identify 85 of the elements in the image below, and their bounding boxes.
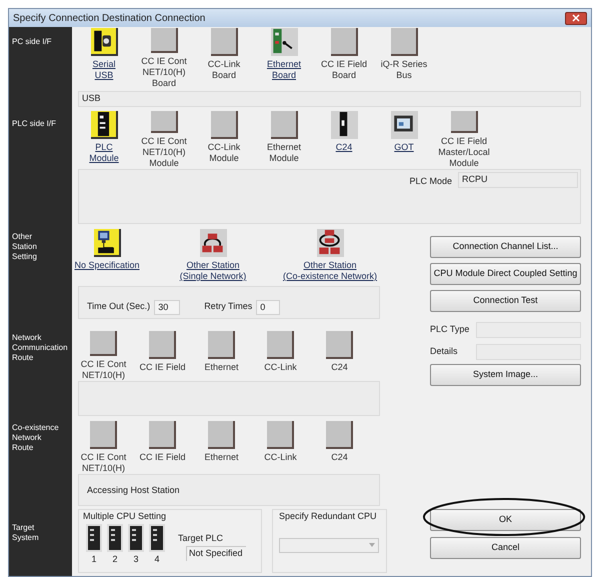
option-label[interactable]: Other Station (Co-existence Network) xyxy=(282,260,378,282)
option-label: iQ-R Series Bus xyxy=(380,59,428,81)
module-tile-icon[interactable] xyxy=(208,331,235,359)
option-label: CC IE Field Board xyxy=(320,59,367,81)
timeout-field[interactable]: 30 xyxy=(154,300,180,315)
option-label: CC IE Cont NET/10(H) Module xyxy=(141,136,187,169)
option-label: Ethernet xyxy=(204,362,239,373)
dialog-button[interactable]: Connection Test xyxy=(430,290,581,312)
cpu-module-icon[interactable] xyxy=(85,524,103,552)
module-tile-icon[interactable] xyxy=(450,111,478,133)
cpu-number: 3 xyxy=(133,552,138,566)
system-image-button[interactable]: System Image... xyxy=(430,364,581,386)
group-title: Multiple CPU Setting xyxy=(83,510,168,523)
option-label[interactable]: Serial USB xyxy=(92,59,116,81)
module-tile-icon[interactable] xyxy=(326,331,353,359)
section-label: PC side I/F xyxy=(11,37,53,47)
section-label: Other Station Setting xyxy=(11,232,38,262)
cpu-number: 2 xyxy=(112,552,118,566)
module-tile-icon[interactable] xyxy=(90,28,118,56)
cancel-button[interactable]: Cancel xyxy=(430,536,581,559)
cpu-number: 4 xyxy=(154,552,160,566)
option-label: CC IE Field xyxy=(139,362,186,373)
option-label: Ethernet Module xyxy=(266,142,302,164)
retry-label: Retry Times xyxy=(204,300,252,313)
module-tile-icon[interactable] xyxy=(208,421,235,449)
plc-mode-field: RCPU xyxy=(458,172,578,188)
ok-button[interactable]: OK xyxy=(430,508,581,531)
option-label: CC IE Field xyxy=(139,452,186,463)
option-label: CC IE Cont NET/10(H) xyxy=(80,452,126,474)
option-label: CC IE Cont NET/10(H) xyxy=(80,359,126,381)
section-label: Network Communication Route xyxy=(11,333,69,363)
section-label: PLC side I/F xyxy=(11,119,58,129)
selection-text: USB xyxy=(82,92,101,106)
module-tile-icon[interactable] xyxy=(90,111,118,139)
cpu-module-icon[interactable] xyxy=(148,524,166,552)
module-tile-icon[interactable] xyxy=(149,331,176,359)
module-tile-icon[interactable] xyxy=(326,421,353,449)
option-label[interactable]: PLC Module xyxy=(89,142,119,164)
module-tile-icon[interactable] xyxy=(94,229,120,257)
caret-icon xyxy=(369,543,375,547)
module-tile-icon[interactable] xyxy=(90,421,117,449)
close-icon xyxy=(572,14,580,22)
route-status-text: Accessing Host Station xyxy=(87,485,180,495)
option-label: CC IE Field Master/Local Module xyxy=(438,136,490,169)
dialog-button[interactable]: Connection Channel List... xyxy=(430,236,581,258)
target-plc-field: Not Specified xyxy=(186,546,246,561)
option-label: C24 xyxy=(331,362,348,373)
timeout-label: Time Out (Sec.) xyxy=(87,300,150,313)
window-title: Specify Connection Destination Connection xyxy=(13,12,206,26)
module-tile-icon[interactable] xyxy=(267,421,294,449)
option-label: CC IE Cont NET/10(H) Board xyxy=(141,56,187,89)
module-tile-icon[interactable] xyxy=(267,331,294,359)
option-label: Ethernet xyxy=(204,452,239,463)
dialog-button[interactable]: CPU Module Direct Coupled Setting xyxy=(430,263,581,285)
plc-type-label: PLC Type xyxy=(430,323,470,336)
module-tile-icon[interactable] xyxy=(210,111,238,139)
module-tile-icon[interactable] xyxy=(390,28,418,56)
close-button[interactable] xyxy=(565,12,587,24)
target-plc-label: Target PLC xyxy=(178,532,224,545)
module-tile-icon[interactable] xyxy=(150,28,178,53)
module-tile-icon[interactable] xyxy=(90,331,117,356)
plc-mode-label: PLC Mode xyxy=(409,175,452,188)
module-tile-icon[interactable] xyxy=(330,28,358,56)
option-label[interactable]: GOT xyxy=(394,142,414,153)
module-tile-icon[interactable] xyxy=(150,111,178,133)
module-tile-icon[interactable] xyxy=(149,421,176,449)
option-label[interactable]: No Specification xyxy=(74,260,140,271)
option-label: CC-Link Board xyxy=(208,59,240,81)
option-label: C24 xyxy=(331,452,348,463)
section-label: Co-existence Network Route xyxy=(11,423,60,453)
section-label: Target System xyxy=(11,523,40,543)
module-tile-icon[interactable] xyxy=(210,28,238,56)
cpu-number: 1 xyxy=(91,552,96,566)
group-title: Specify Redundant CPU xyxy=(279,510,378,523)
option-label[interactable]: Ethernet Board xyxy=(266,59,302,81)
option-label[interactable]: C24 xyxy=(336,142,352,153)
details-label: Details xyxy=(430,345,459,358)
option-label[interactable]: Other Station (Single Network) xyxy=(180,260,246,282)
option-label: CC-Link xyxy=(264,452,297,463)
module-tile-icon[interactable] xyxy=(270,111,298,139)
retry-field[interactable]: 0 xyxy=(256,300,280,315)
cpu-module-icon[interactable] xyxy=(106,524,124,552)
cpu-module-icon[interactable] xyxy=(127,524,145,552)
option-label: CC-Link xyxy=(264,362,297,373)
option-label: CC-Link Module xyxy=(208,142,240,164)
